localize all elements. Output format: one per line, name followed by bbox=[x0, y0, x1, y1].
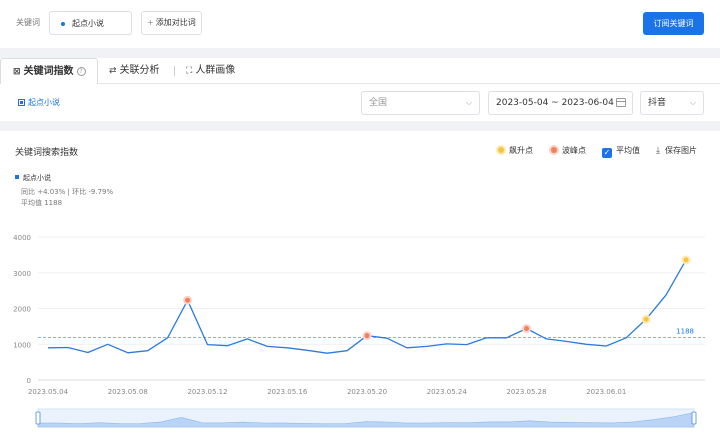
tab-audience-profile[interactable]: ⛶ 人群画像 bbox=[186, 58, 235, 84]
keyword-color-dot bbox=[61, 22, 65, 26]
subscribe-button[interactable]: 订阅关键词 bbox=[643, 12, 704, 35]
keyword-chip-text: 起点小说 bbox=[72, 19, 104, 28]
peak-point bbox=[364, 333, 370, 339]
rise-point bbox=[683, 257, 689, 263]
x-tick-label: 2023.05.20 bbox=[347, 388, 387, 396]
platform-value: 抖音 bbox=[648, 98, 667, 108]
tab-underline bbox=[98, 83, 720, 84]
add-compare-button[interactable]: + 添加对比词 bbox=[141, 11, 202, 35]
peak-point bbox=[524, 326, 529, 332]
tab-keyword-index-label: 关键词指数 bbox=[23, 66, 74, 77]
rise-point bbox=[643, 316, 649, 322]
chevron-down-icon: ⌵ bbox=[689, 98, 696, 107]
y-tick-label: 2000 bbox=[13, 306, 31, 314]
zoom-handle-right[interactable] bbox=[691, 411, 697, 425]
legend-keyword-toggle[interactable]: 起点小说 bbox=[18, 97, 60, 108]
x-tick-label: 2023.06.01 bbox=[586, 388, 626, 396]
chevron-down-icon: ⌵ bbox=[465, 98, 472, 107]
platform-select[interactable]: 抖音 ⌵ bbox=[640, 91, 704, 115]
region-value: 全国 bbox=[369, 98, 388, 108]
y-tick-label: 1000 bbox=[13, 341, 31, 349]
x-tick-label: 2023.05.12 bbox=[187, 388, 227, 396]
plus-icon: + bbox=[147, 18, 154, 27]
add-compare-label: 添加对比词 bbox=[155, 18, 196, 27]
peak-point bbox=[185, 297, 191, 303]
legend-keyword-label: 起点小说 bbox=[28, 98, 60, 107]
y-tick-label: 3000 bbox=[13, 270, 31, 278]
x-tick-label: 2023.05.28 bbox=[506, 388, 546, 396]
keyword-label: 关键词 bbox=[16, 18, 40, 27]
tab-keyword-index[interactable]: ⊠ 关键词指数? bbox=[0, 58, 98, 84]
date-range-value: 2023-05-04 ~ 2023-06-04 bbox=[496, 98, 614, 108]
average-line-label: 1188 bbox=[676, 328, 694, 336]
person-scan-icon: ⛶ bbox=[186, 66, 193, 76]
tab-divider bbox=[174, 66, 175, 76]
tab-audience-profile-label: 人群画像 bbox=[195, 65, 236, 76]
chart-panel: 关键词搜索指数 飙升点 波峰点 ✓ 平均值 ⤓ 保存图片 起点小说 同比 +4.03… bbox=[0, 131, 720, 441]
date-range-picker[interactable]: 2023-05-04 ~ 2023-06-04 bbox=[488, 91, 633, 115]
region-select[interactable]: 全国 ⌵ bbox=[361, 91, 480, 115]
chart-icon: ⊠ bbox=[13, 67, 21, 77]
y-tick-label: 0 bbox=[27, 377, 31, 385]
x-tick-label: 2023.05.04 bbox=[28, 388, 69, 396]
zoom-handle-left[interactable] bbox=[35, 411, 41, 425]
top-bar: 关键词 起点小说 + 添加对比词 订阅关键词 bbox=[0, 0, 720, 48]
link-arrows-icon: ⇄ bbox=[109, 66, 117, 76]
search-index-chart[interactable]: 0 1000 2000 3000 4000 2023.05.04 2023.05.08 202… bbox=[0, 131, 720, 441]
keyword-chip[interactable]: 起点小说 bbox=[49, 11, 132, 35]
calendar-icon bbox=[616, 98, 626, 107]
tab-related-analysis[interactable]: ⇄ 关联分析 bbox=[109, 58, 160, 84]
tab-related-analysis-label: 关联分析 bbox=[119, 65, 160, 76]
y-tick-label: 4000 bbox=[13, 234, 31, 242]
checkbox-icon bbox=[18, 99, 25, 106]
x-tick-label: 2023.05.24 bbox=[427, 388, 468, 396]
x-tick-label: 2023.05.16 bbox=[267, 388, 308, 396]
tab-bar: ⊠ 关键词指数? ⇄ 关联分析 ⛶ 人群画像 起点小说 全国 ⌵ 2023-05-04… bbox=[0, 58, 720, 121]
x-tick-label: 2023.05.08 bbox=[108, 388, 148, 396]
help-icon[interactable]: ? bbox=[76, 67, 86, 76]
